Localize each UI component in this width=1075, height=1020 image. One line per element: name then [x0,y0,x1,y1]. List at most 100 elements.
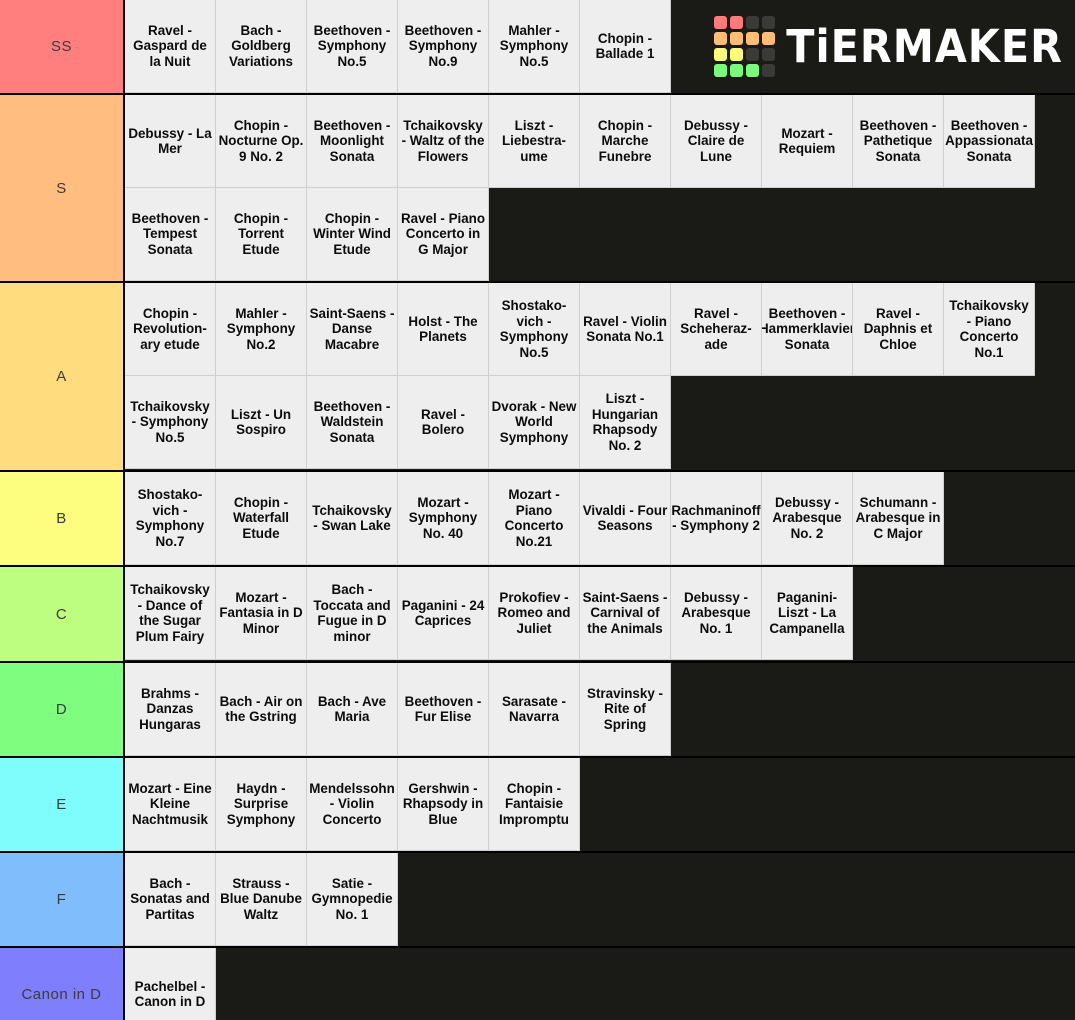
tier-label-d[interactable]: D [0,663,125,756]
tier-row: F Bach - Sonatas and Partitas Strauss - Bl… [0,853,1075,948]
tier-row: S Debussy - La Mer Chopin - Nocturne Op. 9… [0,95,1075,283]
tier-item-tile[interactable]: Mozart - Symphony No. 40 [398,472,489,565]
tier-item-tile[interactable]: Liszt - Liebestra-ume [489,95,580,188]
tier-item-tile[interactable]: Chopin - Marche Funebre [580,95,671,188]
tier-item-tile[interactable]: Chopin - Torrent Etude [216,188,307,281]
tier-item-tile[interactable]: Mendelssohn - Violin Concerto [307,758,398,851]
tier-item-tile[interactable]: Holst - The Planets [398,283,489,376]
tier-item-tile[interactable]: Ravel - Scheheraz-ade [671,283,762,376]
tier-item-tile[interactable]: Debussy - Arabesque No. 1 [671,567,762,660]
tier-items: Brahms - Danzas Hungaras Bach - Air on th… [125,663,1075,756]
tier-item-tile[interactable]: Mahler - Symphony No.2 [216,283,307,376]
tier-row: A Chopin - Revolution-ary etude Mahler - S… [0,283,1075,472]
tier-item-tile[interactable]: Chopin - Ballade 1 [580,0,671,93]
tier-item-tile[interactable]: Ravel - Daphnis et Chloe [853,283,944,376]
tier-item-tile[interactable]: Tchaikovsky - Symphony No.5 [125,376,216,469]
tier-item-tile[interactable]: Haydn - Surprise Symphony [216,758,307,851]
tier-row: C Tchaikovsky - Dance of the Sugar Plum F… [0,567,1075,663]
tier-label-f[interactable]: F [0,853,125,946]
tier-item-tile[interactable]: Dvorak - New World Symphony [489,376,580,469]
tier-items: Pachelbel - Canon in D [125,948,1075,1020]
tier-item-tile[interactable]: Shostako-vich - Symphony No.5 [489,283,580,376]
tier-label-c[interactable]: C [0,567,125,661]
tier-items: Chopin - Revolution-ary etude Mahler - Sy… [125,283,1075,470]
tier-item-tile[interactable]: Paganini - 24 Caprices [398,567,489,660]
tier-item-tile[interactable]: Debussy - La Mer [125,95,216,188]
tier-rows-container: SS Ravel - Gaspard de la Nuit Bach - Goldb… [0,0,1075,1020]
tier-items: Shostako-vich - Symphony No.7 Chopin - Wa… [125,472,1075,565]
tier-item-tile[interactable]: Ravel - Violin Sonata No.1 [580,283,671,376]
tier-row: Canon in D Pachelbel - Canon in D [0,948,1075,1020]
tier-item-tile[interactable]: Beethoven - Pathetique Sonata [853,95,944,188]
tier-label-ss[interactable]: SS [0,0,125,93]
tier-row: SS Ravel - Gaspard de la Nuit Bach - Goldb… [0,0,1075,95]
tier-row: B Shostako-vich - Symphony No.7 Chopin - W… [0,472,1075,567]
tier-label-canon-in-d[interactable]: Canon in D [0,948,125,1020]
tier-items: Debussy - La Mer Chopin - Nocturne Op. 9 … [125,95,1075,281]
tier-item-tile[interactable]: Bach - Air on the Gstring [216,663,307,756]
tier-item-tile[interactable]: Stravinsky - Rite of Spring [580,663,671,756]
tier-item-tile[interactable]: Tchaikovsky - Dance of the Sugar Plum Fa… [125,567,216,660]
tier-item-tile[interactable]: Tchaikovsky - Piano Concerto No.1 [944,283,1035,376]
tier-label-e[interactable]: E [0,758,125,851]
tier-item-tile[interactable]: Mozart - Eine Kleine Nachtmusik [125,758,216,851]
tier-item-tile[interactable]: Liszt - Hungarian Rhapsody No. 2 [580,376,671,469]
tier-items: Mozart - Eine Kleine Nachtmusik Haydn - S… [125,758,1075,851]
tier-item-tile[interactable]: Beethoven - Fur Elise [398,663,489,756]
tier-item-tile[interactable]: Paganini-Liszt - La Campanella [762,567,853,660]
tier-item-tile[interactable]: Saint-Saens - Carnival of the Animals [580,567,671,660]
tier-list-app: SS Ravel - Gaspard de la Nuit Bach - Goldb… [0,0,1075,1020]
tier-item-tile[interactable]: Mozart - Requiem [762,95,853,188]
tier-item-tile[interactable]: Bach - Sonatas and Partitas [125,853,216,946]
tier-item-tile[interactable]: Tchaikovsky - Waltz of the Flowers [398,95,489,188]
tier-item-tile[interactable]: Chopin - Fantaisie Impromptu [489,758,580,851]
tier-item-tile[interactable]: Satie - Gymnopedie No. 1 [307,853,398,946]
tier-items: Bach - Sonatas and Partitas Strauss - Blu… [125,853,1075,946]
tier-item-tile[interactable]: Chopin - Nocturne Op. 9 No. 2 [216,95,307,188]
tier-item-tile[interactable]: Beethoven - Hammerklavier Sonata [762,283,853,376]
tier-label-b[interactable]: B [0,472,125,565]
tier-item-tile[interactable]: Mozart - Fantasia in D Minor [216,567,307,660]
tier-item-tile[interactable]: Sarasate - Navarra [489,663,580,756]
tiermaker-wordmark: TiERMAKER [786,20,1063,73]
tier-item-tile[interactable]: Ravel - Piano Concerto in G Major [398,188,489,281]
tier-item-tile[interactable]: Beethoven - Moonlight Sonata [307,95,398,188]
tier-items: Tchaikovsky - Dance of the Sugar Plum Fa… [125,567,1075,661]
tier-label-a[interactable]: A [0,283,125,470]
tier-item-tile[interactable]: Rachmaninoff - Symphony 2 [671,472,762,565]
tier-item-tile[interactable]: Saint-Saens - Danse Macabre [307,283,398,376]
tier-item-tile[interactable]: Liszt - Un Sospiro [216,376,307,469]
tier-item-tile[interactable]: Shostako-vich - Symphony No.7 [125,472,216,565]
tier-item-tile[interactable]: Strauss - Blue Danube Waltz [216,853,307,946]
tier-row: E Mozart - Eine Kleine Nachtmusik Haydn - … [0,758,1075,853]
tier-item-tile[interactable]: Ravel - Gaspard de la Nuit [125,0,216,93]
tier-item-tile[interactable]: Bach - Ave Maria [307,663,398,756]
tier-item-tile[interactable]: Chopin - Revolution-ary etude [125,283,216,376]
tier-item-tile[interactable]: Gershwin - Rhapsody in Blue [398,758,489,851]
tier-item-tile[interactable]: Bach - Goldberg Variations [216,0,307,93]
tier-item-tile[interactable]: Brahms - Danzas Hungaras [125,663,216,756]
tier-item-tile[interactable]: Mozart - Piano Concerto No.21 [489,472,580,565]
tier-item-tile[interactable]: Mahler - Symphony No.5 [489,0,580,93]
tier-item-tile[interactable]: Ravel - Bolero [398,376,489,469]
tier-item-tile[interactable]: Beethoven - Symphony No.5 [307,0,398,93]
tier-item-tile[interactable]: Debussy - Claire de Lune [671,95,762,188]
tier-item-tile[interactable]: Chopin - Waterfall Etude [216,472,307,565]
tier-label-s[interactable]: S [0,95,125,281]
tiermaker-grid-icon [713,16,775,77]
tier-row: D Brahms - Danzas Hungaras Bach - Air on t… [0,663,1075,758]
tier-item-tile[interactable]: Tchaikovsky - Swan Lake [307,472,398,565]
tier-item-tile[interactable]: Beethoven - Waldstein Sonata [307,376,398,469]
tier-item-tile[interactable]: Beethoven - Symphony No.9 [398,0,489,93]
tier-item-tile[interactable]: Bach - Toccata and Fugue in D minor [307,567,398,660]
tier-items: Ravel - Gaspard de la Nuit Bach - Goldber… [125,0,671,93]
tier-item-tile[interactable]: Prokofiev - Romeo and Juliet [489,567,580,660]
tier-item-tile[interactable]: Vivaldi - Four Seasons [580,472,671,565]
tiermaker-logo: TiERMAKER [671,0,1075,93]
tier-item-tile[interactable]: Schumann - Arabesque in C Major [853,472,944,565]
tier-item-tile[interactable]: Beethoven - Appassionata Sonata [944,95,1035,188]
tier-item-tile[interactable]: Pachelbel - Canon in D [125,948,216,1020]
tier-item-tile[interactable]: Chopin - Winter Wind Etude [307,188,398,281]
tier-item-tile[interactable]: Debussy - Arabesque No. 2 [762,472,853,565]
tier-item-tile[interactable]: Beethoven - Tempest Sonata [125,188,216,281]
